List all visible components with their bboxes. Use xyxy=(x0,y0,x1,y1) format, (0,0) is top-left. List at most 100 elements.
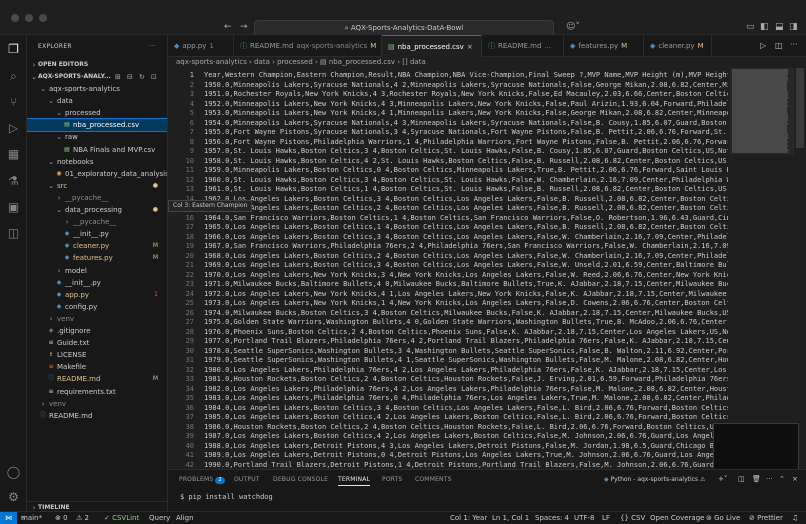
code-line[interactable]: 26 1974.0,Milwaukee Bucks,Boston Celtics,… xyxy=(168,308,728,318)
code-line[interactable]: 42 1990.0,Portland Trail Blazers,Detroit … xyxy=(168,460,728,470)
tree-item[interactable]: ⌄ processed xyxy=(27,107,167,119)
indentation[interactable]: Spaces: 4 xyxy=(535,512,569,524)
breadcrumb[interactable]: aqx-sports-analytics › data › processed … xyxy=(168,57,806,68)
go-live-button[interactable]: ⊚ Go Live xyxy=(706,512,740,524)
tab-features-py[interactable]: ◆ features.py M xyxy=(564,35,644,57)
tab-comments[interactable]: COMMENTS xyxy=(415,476,452,483)
tab-ports[interactable]: PORTS xyxy=(382,476,403,483)
query-button[interactable]: Query xyxy=(149,512,170,524)
code-line[interactable]: 27 1975.0,Golden State Warriors,Washingto… xyxy=(168,317,728,327)
code-line[interactable]: 29 1977.0,Portland Trail Blazers,Philadel… xyxy=(168,336,728,346)
code-line[interactable]: 3 1951.0,Rochester Royals,New York Knicks… xyxy=(168,89,728,99)
tab-cleaner-py[interactable]: ◆ cleaner.py M xyxy=(644,35,712,57)
tree-item[interactable]: › model xyxy=(27,265,167,277)
minimap[interactable] xyxy=(730,68,794,469)
prettier-status[interactable]: ⊘ Prettier xyxy=(749,512,783,524)
code-line[interactable]: 7 1955.0,Fort Wayne Pistons,Syracuse Nati… xyxy=(168,127,728,137)
code-line[interactable]: 1 Year,Western Champion,Eastern Champion,… xyxy=(168,70,728,80)
tab-readme-md[interactable]: ⓘ README.md aqx-sports-analytics M xyxy=(234,35,382,57)
editor-more-icon[interactable]: ··· xyxy=(790,40,798,49)
tab-app-py[interactable]: ◆ app.py 1 xyxy=(168,35,234,57)
code-line[interactable]: 41 1989.0,Los Angeles Lakers,Detroit Pist… xyxy=(168,450,728,460)
tree-item[interactable]: › __pycache__ xyxy=(27,216,167,228)
split-editor-icon[interactable]: ◫ xyxy=(775,41,783,50)
toggle-sidebar-icon[interactable]: ◧ xyxy=(760,22,769,32)
tree-item[interactable]: ◆ app.py 1 xyxy=(27,289,167,301)
tab-problems[interactable]: PROBLEMS 2 xyxy=(179,476,225,484)
chevron-right-icon[interactable]: › xyxy=(55,265,63,277)
code-line[interactable]: 9 1957.0,St. Louis Hawks,Boston Celtics,3… xyxy=(168,146,728,156)
code-line[interactable]: 37 1985.0,Los Angeles Lakers,Boston Celti… xyxy=(168,412,728,422)
chevron-down-icon[interactable]: ⌄ xyxy=(47,95,55,107)
tree-item[interactable]: ♗ LICENSE xyxy=(27,349,167,361)
code-view[interactable]: 1 Year,Western Champion,Eastern Champion,… xyxy=(168,68,728,469)
maximize-window-button[interactable] xyxy=(39,14,47,22)
code-line[interactable]: 25 1973.0,Los Angeles Lakers,New York Kni… xyxy=(168,298,728,308)
testing-icon[interactable]: ⚗ xyxy=(6,174,21,189)
tree-item[interactable]: ⌄ notebooks xyxy=(27,156,167,168)
tree-item[interactable]: ◆ __init__.py xyxy=(27,277,167,289)
code-line[interactable]: 13 1961.0,St. Louis Hawks,Boston Celtics,… xyxy=(168,184,728,194)
settings-gear-icon[interactable]: ⚙ xyxy=(6,490,21,505)
tab-terminal[interactable]: TERMINAL xyxy=(338,476,371,486)
maximize-panel-icon[interactable]: ⌃ xyxy=(779,475,785,483)
tree-item[interactable]: ◉01_exploratory_data_analysis.ip... xyxy=(27,168,167,180)
code-line[interactable]: 22 1970.0,Los Angeles Lakers,New York Kni… xyxy=(168,270,728,280)
run-icon[interactable]: ▷ xyxy=(760,41,766,50)
tree-item[interactable]: ▤ nba_processed.csv xyxy=(27,118,167,133)
code-line[interactable]: 36 1984.0,Los Angeles Lakers,Boston Celti… xyxy=(168,403,728,413)
tree-item[interactable]: › venv xyxy=(27,398,167,410)
tab-debug-console[interactable]: DEBUG CONSOLE xyxy=(273,476,328,483)
minimize-window-button[interactable] xyxy=(25,14,33,22)
tree-item[interactable]: › __pycache__ xyxy=(27,192,167,204)
csv-column-indicator[interactable]: Col 1: Year xyxy=(450,512,487,524)
forward-arrow-icon[interactable]: → xyxy=(240,22,248,32)
align-button[interactable]: Align xyxy=(176,512,194,524)
chevron-down-icon[interactable]: ⌄ xyxy=(55,204,63,216)
code-line[interactable]: 34 1982.0,Los Angeles Lakers,Philadelphia… xyxy=(168,384,728,394)
chevron-down-icon[interactable]: ⌄ xyxy=(47,156,55,168)
search-icon[interactable]: ⌕ xyxy=(6,69,21,84)
cursor-position[interactable]: Ln 1, Col 1 xyxy=(492,512,529,524)
code-line[interactable]: 10 1958.0,St. Louis Hawks,Boston Celtics,… xyxy=(168,156,728,166)
code-line[interactable]: 31 1979.0,Seattle SuperSonics,Washington … xyxy=(168,355,728,365)
code-line[interactable]: 16 1964.0,San Francisco Warriors,Boston C… xyxy=(168,213,728,223)
code-line[interactable]: 21 1969.0,Los Angeles Lakers,Boston Celti… xyxy=(168,260,728,270)
code-line[interactable]: 17 1965.0,Los Angeles Lakers,Boston Celti… xyxy=(168,222,728,232)
chevron-down-icon[interactable]: ⌄ xyxy=(39,83,47,95)
code-line[interactable]: 2 1950.0,Minneapolis Lakers,Syracuse Nati… xyxy=(168,80,728,90)
run-debug-icon[interactable]: ▷ xyxy=(6,121,21,136)
code-line[interactable]: 24 1972.0,Los Angeles Lakers,New York Kni… xyxy=(168,289,728,299)
terminal-selector[interactable]: ◆ Python - aqx-sports-analytics ⚠ xyxy=(604,476,705,483)
code-line[interactable]: 4 1952.0,Minneapolis Lakers,New York Knic… xyxy=(168,99,728,109)
code-line[interactable]: 40 1988.0,Los Angeles Lakers,Detroit Pist… xyxy=(168,441,728,451)
vertical-scrollbar[interactable] xyxy=(796,68,804,148)
tree-item[interactable]: ⓘ README.md xyxy=(27,410,167,422)
code-line[interactable]: 5 1953.0,Minneapolis Lakers,New York Knic… xyxy=(168,108,728,118)
source-control-icon[interactable]: ⑂ xyxy=(6,95,21,110)
code-line[interactable]: 19 1967.0,San Francisco Warriors,Philadel… xyxy=(168,241,728,251)
chevron-down-icon[interactable]: ⌄ xyxy=(47,180,55,192)
extensions-icon[interactable]: ▦ xyxy=(6,147,21,162)
split-terminal-icon[interactable]: ◫ xyxy=(738,475,745,483)
command-center-search[interactable]: ⌕ AQX-Sports-Analytics-DatA-Bowl xyxy=(254,20,554,36)
chevron-right-icon[interactable]: › xyxy=(55,192,63,204)
code-line[interactable]: 23 1971.0,Milwaukee Bucks,Baltimore Bulle… xyxy=(168,279,728,289)
refresh-icon[interactable]: ↻ xyxy=(139,71,145,83)
tree-item[interactable]: ⌄ aqx-sports-analytics xyxy=(27,83,167,95)
tree-item[interactable]: ▤ NBA Finals and MVP.csv xyxy=(27,144,167,156)
toggle-secondary-sidebar-icon[interactable]: ◨ xyxy=(789,22,798,32)
close-panel-icon[interactable]: × xyxy=(792,475,798,483)
tree-item[interactable]: ≡ requirements.txt xyxy=(27,386,167,398)
terminal-prompt[interactable]: $ pip install watchdog xyxy=(180,493,273,501)
chevron-right-icon[interactable]: › xyxy=(47,313,55,325)
tree-item[interactable]: ◈ .gitignore xyxy=(27,325,167,337)
error-count[interactable]: ⊗ 0 xyxy=(55,512,68,524)
tab-readme-md[interactable]: ⓘ README.md... xyxy=(482,35,564,57)
tree-item[interactable]: ◆ features.py M xyxy=(27,252,167,264)
toggle-panel-icon[interactable]: ⬓ xyxy=(775,22,784,32)
tree-item[interactable]: ◆ cleaner.py M xyxy=(27,240,167,252)
tree-item[interactable]: ⌄ src ● xyxy=(27,180,167,192)
new-folder-icon[interactable]: ⊟ xyxy=(127,71,133,83)
account-icon[interactable]: ◯ xyxy=(6,465,21,480)
